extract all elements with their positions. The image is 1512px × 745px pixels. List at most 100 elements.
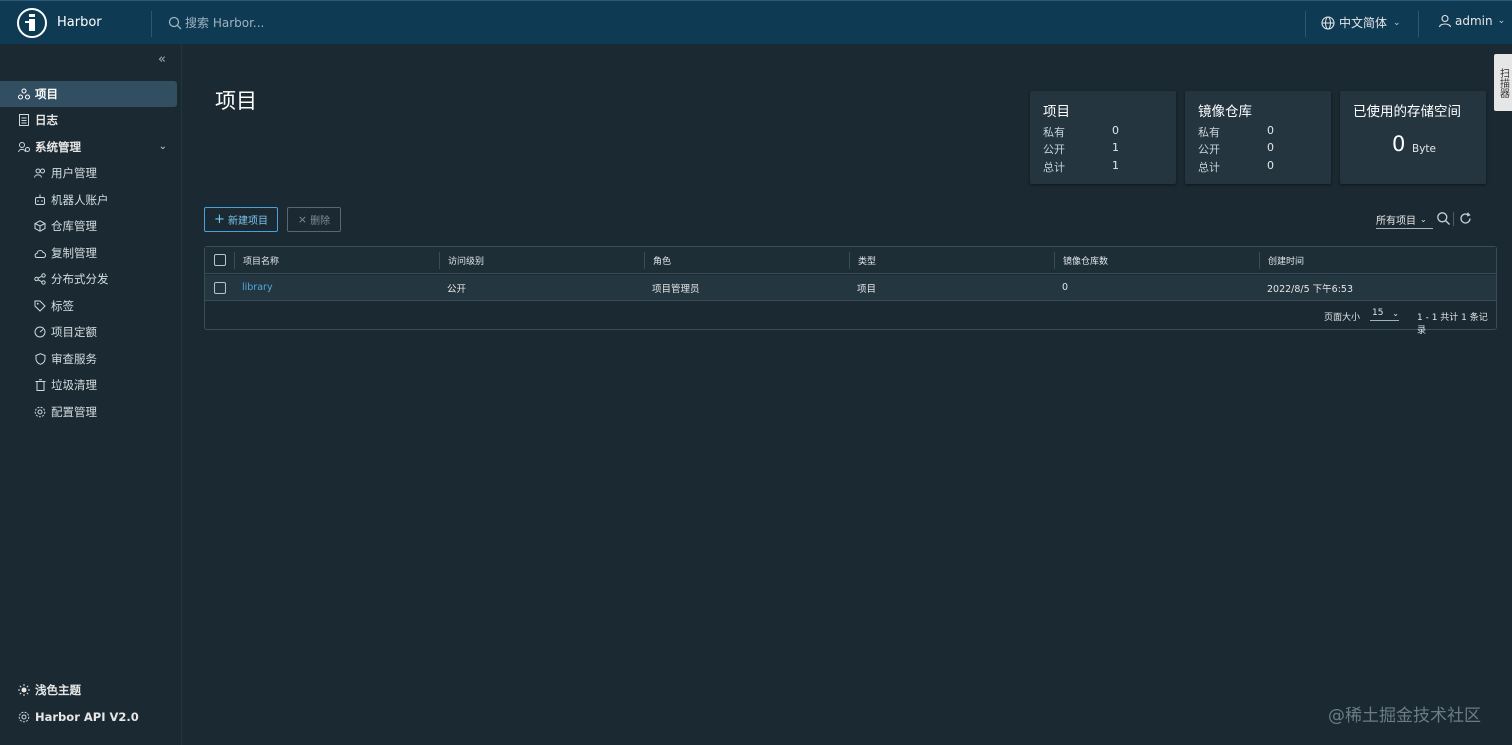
top-header: Harbor 搜索 Harbor... 中文简体 ⌄ admin ⌄ bbox=[0, 0, 1512, 44]
sidebar-item-distributions[interactable]: 分布式分发 bbox=[0, 266, 177, 292]
page-title: 项目 bbox=[215, 89, 257, 113]
collapse-sidebar-icon[interactable]: « bbox=[158, 52, 166, 67]
plus-icon: + bbox=[214, 211, 225, 227]
sidebar-item-projects[interactable]: 项目 bbox=[0, 81, 177, 107]
column-header-access[interactable]: 访问级别 bbox=[439, 252, 644, 269]
sidebar-item-label: 用户管理 bbox=[51, 166, 97, 180]
user-icon bbox=[1438, 14, 1452, 28]
sidebar-item-label: 审查服务 bbox=[51, 352, 97, 366]
project-name-cell: library bbox=[234, 275, 439, 300]
delete-button[interactable]: × 删除 bbox=[287, 207, 341, 232]
row-checkbox[interactable] bbox=[214, 281, 226, 294]
project-filter-select[interactable]: 所有项目 ⌄ bbox=[1376, 212, 1433, 229]
sidebar-item-labels[interactable]: 标签 bbox=[0, 293, 177, 319]
new-project-button[interactable]: + 新建项目 bbox=[204, 207, 278, 232]
column-header-type[interactable]: 类型 bbox=[849, 252, 1054, 269]
projects-summary-card: 项目 私有 0 公开 1 总计 1 bbox=[1030, 91, 1176, 184]
table-footer: 页面大小 15 ⌄ 1 - 1 共计 1 条记录 bbox=[205, 302, 1496, 336]
card-title: 项目 bbox=[1043, 104, 1070, 120]
sidebar-item-robot-accounts[interactable]: 机器人账户 bbox=[0, 187, 177, 213]
light-theme-toggle[interactable]: 浅色主题 bbox=[0, 680, 177, 700]
repositories-summary-card: 镜像仓库 私有 0 公开 0 总计 0 bbox=[1185, 91, 1331, 184]
brand-name[interactable]: Harbor bbox=[57, 15, 102, 30]
sidebar-item-registries[interactable]: 仓库管理 bbox=[0, 213, 177, 239]
project-name-link[interactable]: library bbox=[242, 282, 273, 293]
search-icon[interactable] bbox=[1436, 211, 1451, 226]
sidebar-item-logs[interactable]: 日志 bbox=[0, 107, 177, 133]
sidebar-item-users[interactable]: 用户管理 bbox=[0, 160, 177, 186]
sidebar-item-label: 配置管理 bbox=[51, 405, 97, 419]
record-count: 1 - 1 共计 1 条记录 bbox=[1417, 313, 1488, 336]
sidebar-item-label: 机器人账户 bbox=[51, 193, 109, 207]
card-row: 公开 0 bbox=[1198, 141, 1274, 156]
trash-icon bbox=[33, 378, 47, 392]
toolbar-divider bbox=[1453, 212, 1454, 226]
repo-count-cell: 0 bbox=[1062, 282, 1069, 293]
harbor-api-link[interactable]: Harbor API V2.0 bbox=[0, 707, 177, 727]
close-icon: × bbox=[297, 213, 308, 226]
sidebar-item-project-quotas[interactable]: 项目定额 bbox=[0, 319, 177, 345]
header-divider bbox=[151, 11, 152, 37]
created-time-cell: 2022/8/5 下午6:53 bbox=[1267, 283, 1354, 295]
column-header-role[interactable]: 角色 bbox=[644, 252, 849, 269]
storage-value: 0 bbox=[1392, 132, 1406, 156]
shield-icon bbox=[33, 352, 47, 366]
card-row: 总计 1 bbox=[1043, 159, 1119, 174]
global-search[interactable]: 搜索 Harbor... bbox=[168, 14, 264, 31]
table-row: library 公开 项目管理员 项目 0 2022/8/5 下午6:53 bbox=[205, 275, 1496, 301]
chevron-down-icon: ⌄ bbox=[1497, 16, 1506, 26]
sidebar-item-label: 垃圾清理 bbox=[51, 378, 97, 392]
storage-summary-card: 已使用的存储空间 0 Byte bbox=[1340, 91, 1486, 184]
sidebar-item-label: 标签 bbox=[51, 299, 74, 313]
storage-unit: Byte bbox=[1412, 143, 1436, 155]
sidebar-item-label: 项目定额 bbox=[51, 325, 97, 339]
projects-icon bbox=[17, 87, 31, 101]
sidebar-item-configuration[interactable]: 配置管理 bbox=[0, 399, 177, 425]
select-all-cell bbox=[205, 247, 233, 273]
sun-icon bbox=[17, 683, 31, 697]
sidebar-item-administration[interactable]: 系统管理 ⌄ bbox=[0, 134, 177, 160]
refresh-icon[interactable] bbox=[1458, 211, 1473, 226]
card-row: 私有 0 bbox=[1043, 124, 1119, 139]
table-header: 项目名称 访问级别 角色 类型 镜像仓库数 创建时间 bbox=[205, 247, 1496, 274]
column-header-repo-count[interactable]: 镜像仓库数 bbox=[1054, 252, 1259, 269]
card-row: 私有 0 bbox=[1198, 124, 1274, 139]
sidebar-item-label: 系统管理 bbox=[35, 140, 81, 154]
sidebar-item-replications[interactable]: 复制管理 bbox=[0, 240, 177, 266]
log-icon bbox=[17, 113, 31, 127]
quota-icon bbox=[33, 325, 47, 339]
harbor-logo-icon[interactable] bbox=[17, 8, 47, 38]
username: admin bbox=[1455, 14, 1493, 28]
api-icon bbox=[17, 710, 31, 724]
language-selector[interactable]: 中文简体 ⌄ bbox=[1321, 14, 1401, 31]
chevron-up-icon[interactable]: ⌄ bbox=[159, 141, 167, 152]
type-cell: 项目 bbox=[857, 283, 877, 295]
user-menu[interactable]: admin ⌄ bbox=[1438, 14, 1505, 28]
row-select-cell bbox=[205, 275, 233, 300]
access-level-cell: 公开 bbox=[447, 283, 467, 295]
api-label: Harbor API V2.0 bbox=[35, 710, 139, 724]
header-divider bbox=[1418, 11, 1419, 37]
column-header-created[interactable]: 创建时间 bbox=[1259, 252, 1496, 269]
search-input[interactable]: 搜索 Harbor... bbox=[185, 14, 264, 31]
column-header-name[interactable]: 项目名称 bbox=[234, 252, 439, 269]
sidebar-item-garbage-collection[interactable]: 垃圾清理 bbox=[0, 372, 177, 398]
users-icon bbox=[33, 166, 47, 180]
registry-icon bbox=[33, 219, 47, 233]
sidebar-item-interrogation-services[interactable]: 审查服务 bbox=[0, 346, 177, 372]
sidebar-item-label: 项目 bbox=[35, 87, 58, 101]
share-icon bbox=[33, 272, 47, 286]
page-size-label: 页面大小 bbox=[1324, 313, 1361, 323]
theme-label: 浅色主题 bbox=[35, 683, 81, 697]
language-label: 中文简体 bbox=[1339, 16, 1388, 30]
chevron-down-icon: ⌄ bbox=[1420, 215, 1427, 224]
card-row: 总计 0 bbox=[1198, 159, 1274, 174]
card-title: 已使用的存储空间 bbox=[1353, 104, 1461, 120]
projects-table: 项目名称 访问级别 角色 类型 镜像仓库数 创建时间 library 公开 项目… bbox=[204, 246, 1497, 336]
chevron-down-icon: ⌄ bbox=[1392, 308, 1399, 318]
header-divider bbox=[1305, 11, 1306, 37]
select-all-checkbox[interactable] bbox=[214, 254, 226, 266]
page-size-select[interactable]: 15 ⌄ bbox=[1370, 308, 1399, 321]
sidebar-item-label: 分布式分发 bbox=[51, 272, 109, 286]
scanner-side-tab[interactable]: 扫描器 bbox=[1494, 54, 1512, 111]
